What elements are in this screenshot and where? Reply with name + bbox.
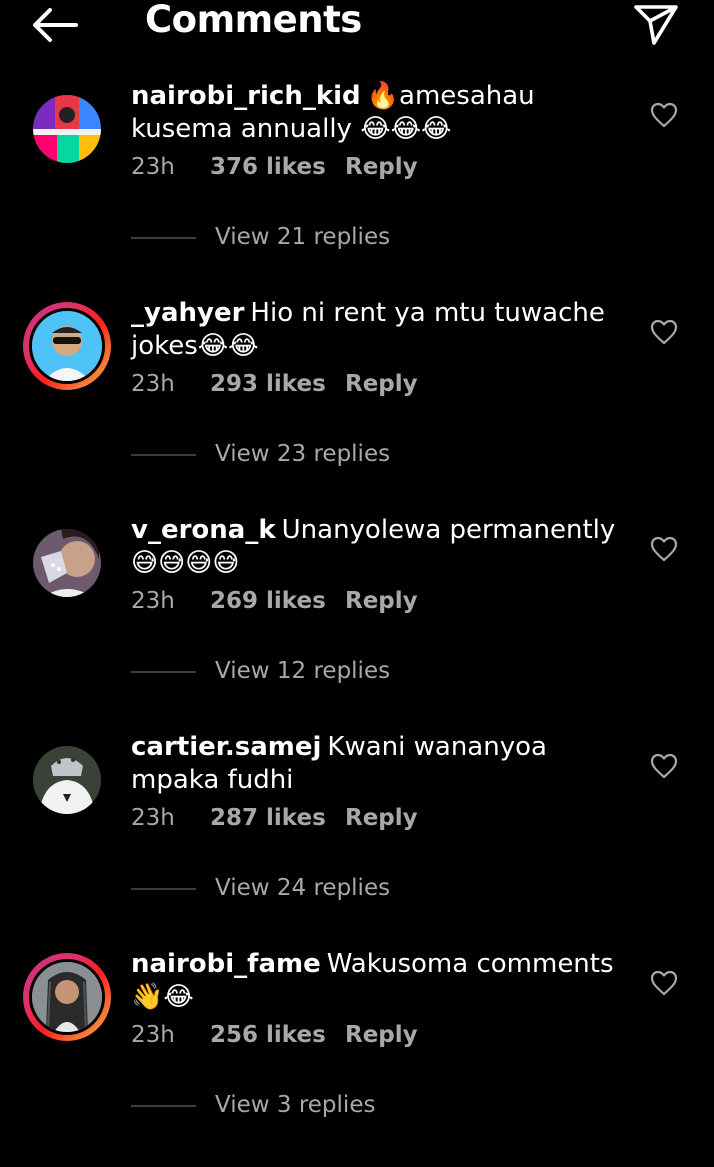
reply-button[interactable]: Reply [345,588,418,614]
avatar[interactable] [23,302,111,390]
comment-item: nairobi_fame Wakusoma comments 👋😂 23h 256… [0,948,714,1167]
view-replies-label: View 24 replies [215,875,391,901]
comment-item: cartier.samej Kwani wananyoa mpaka fudhi … [0,731,714,950]
comment-text: nairobi_fame Wakusoma comments 👋😂 [131,948,631,1014]
avatar[interactable] [23,519,111,607]
divider [131,1105,196,1107]
heart-icon[interactable] [650,102,678,128]
view-replies-label: View 12 replies [215,658,391,684]
paper-plane-icon[interactable] [632,2,680,46]
comment-likes[interactable]: 376 likes [210,154,326,180]
comment-time: 23h [131,805,175,831]
comment-item: nairobi_rich_kid 🔥amesahau kusema annuall… [0,80,714,299]
comment-item: v_erona_k Unanyolewa permanently 😅😅😅😅 23h… [0,514,714,733]
heart-icon[interactable] [650,536,678,562]
divider [131,237,196,239]
view-replies-button[interactable]: View 24 replies [131,875,431,905]
avatar[interactable] [23,953,111,1041]
comment-username[interactable]: v_erona_k [131,515,276,545]
avatar[interactable] [23,736,111,824]
comment-text: nairobi_rich_kid 🔥amesahau kusema annuall… [131,80,631,146]
comment-time: 23h [131,371,175,397]
heart-icon[interactable] [650,753,678,779]
comment-text: v_erona_k Unanyolewa permanently 😅😅😅😅 [131,514,631,580]
comment-time: 23h [131,154,175,180]
comment-likes[interactable]: 287 likes [210,805,326,831]
comment-likes[interactable]: 269 likes [210,588,326,614]
avatar[interactable] [23,85,111,173]
view-replies-label: View 3 replies [215,1092,376,1118]
heart-icon[interactable] [650,319,678,345]
comment-time: 23h [131,588,175,614]
comment-username[interactable]: _yahyer [131,298,244,328]
arrow-left-icon[interactable] [30,6,80,44]
reply-button[interactable]: Reply [345,371,418,397]
view-replies-button[interactable]: View 3 replies [131,1092,431,1122]
divider [131,671,196,673]
view-replies-button[interactable]: View 23 replies [131,441,431,471]
comment-username[interactable]: nairobi_fame [131,949,321,979]
reply-button[interactable]: Reply [345,1022,418,1048]
header: Comments [0,0,714,52]
heart-icon[interactable] [650,970,678,996]
comment-username[interactable]: nairobi_rich_kid [131,81,361,111]
divider [131,454,196,456]
reply-button[interactable]: Reply [345,154,418,180]
comment-likes[interactable]: 256 likes [210,1022,326,1048]
view-replies-label: View 21 replies [215,224,391,250]
comment-likes[interactable]: 293 likes [210,371,326,397]
comment-text: cartier.samej Kwani wananyoa mpaka fudhi [131,731,631,797]
comment-text: _yahyer Hio ni rent ya mtu tuwache jokes😂… [131,297,631,363]
view-replies-button[interactable]: View 12 replies [131,658,431,688]
view-replies-label: View 23 replies [215,441,391,467]
divider [131,888,196,890]
comment-item: _yahyer Hio ni rent ya mtu tuwache jokes😂… [0,297,714,516]
reply-button[interactable]: Reply [345,805,418,831]
view-replies-button[interactable]: View 21 replies [131,224,431,254]
page-title: Comments [145,0,362,41]
comment-time: 23h [131,1022,175,1048]
comment-username[interactable]: cartier.samej [131,732,321,762]
